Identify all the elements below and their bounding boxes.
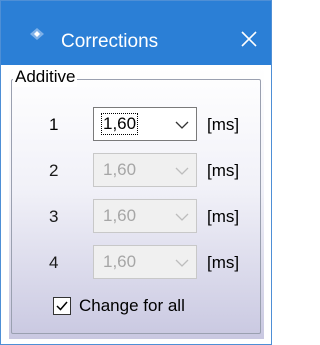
app-icon	[30, 28, 44, 40]
window-title: Corrections	[61, 31, 159, 52]
value-combobox-2[interactable]: 1,60	[93, 153, 197, 187]
change-for-all-label: Change for all	[79, 296, 185, 315]
corrections-window: Corrections Additive 1 1,60 [ms] 2 1,60	[0, 0, 272, 345]
value-combobox-3[interactable]: 1,60	[93, 199, 197, 233]
dialog-body: Additive 1 1,60 [ms] 2 1,60 [ms] 3 1,60 …	[9, 67, 264, 339]
unit-label: [ms]	[207, 207, 240, 226]
combo-value: 1,60	[103, 252, 137, 271]
row-number: 3	[49, 207, 59, 226]
change-for-all-checkbox[interactable]	[53, 297, 71, 315]
change-for-all-checkbox-row[interactable]: Change for all	[53, 295, 253, 319]
combo-value: 1,60	[100, 113, 139, 135]
row-number: 1	[49, 115, 59, 134]
correction-row-1: 1 1,60 [ms]	[9, 107, 264, 141]
value-combobox-4[interactable]: 1,60	[93, 245, 197, 279]
unit-label: [ms]	[207, 161, 240, 180]
checkmark-icon	[56, 301, 68, 311]
chevron-down-icon[interactable]	[174, 119, 190, 131]
title-bar: Corrections	[1, 1, 271, 65]
row-number: 2	[49, 161, 59, 180]
close-button[interactable]	[229, 19, 269, 59]
correction-row-2: 2 1,60 [ms]	[9, 153, 264, 187]
correction-row-4: 4 1,60 [ms]	[9, 245, 264, 279]
chevron-down-icon[interactable]	[174, 165, 190, 177]
combo-value: 1,60	[103, 160, 137, 179]
unit-label: [ms]	[207, 115, 240, 134]
correction-row-3: 3 1,60 [ms]	[9, 199, 264, 233]
close-icon	[241, 31, 257, 47]
value-combobox-1[interactable]: 1,60	[93, 107, 197, 141]
row-number: 4	[49, 253, 59, 272]
chevron-down-icon[interactable]	[174, 211, 190, 223]
unit-label: [ms]	[207, 253, 240, 272]
chevron-down-icon[interactable]	[174, 257, 190, 269]
group-label-additive: Additive	[13, 67, 78, 87]
combo-value: 1,60	[103, 206, 137, 225]
